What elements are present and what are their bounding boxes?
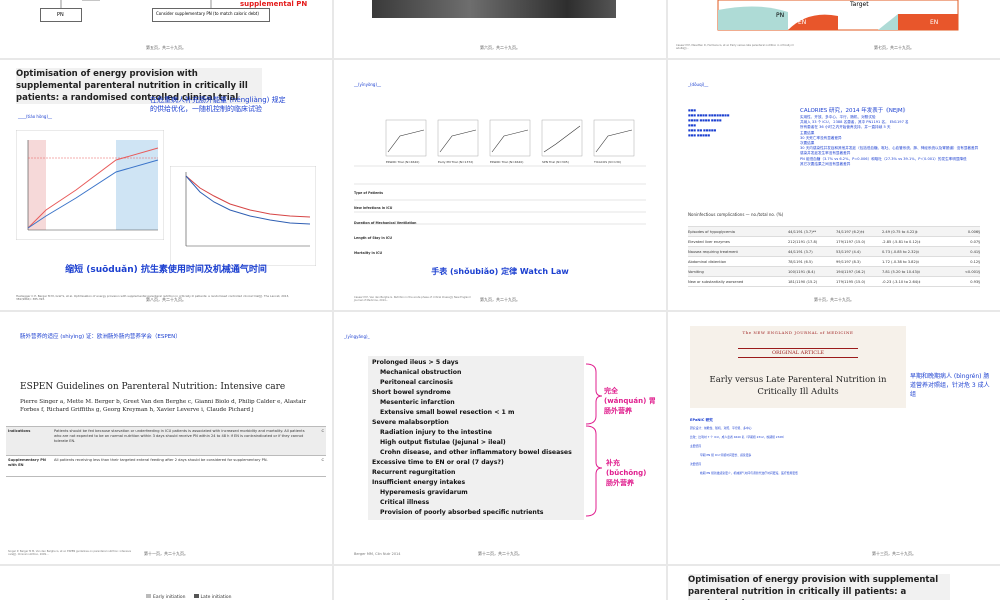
epanic-lines: 研究设计：前瞻性、随机、对照、平行组、多中心 比较：比利时 7 个 ICU，成人… [690, 424, 980, 478]
left-notes: ■■■ ■■■ ■■■■ ■■■■■■■■ ■■■■ ■■■■ ■■■■ ■■■ ■■■… [688, 108, 730, 137]
article-title: Early versus Late Parenteral Nutrition i… [709, 375, 887, 397]
slide-footer: 第八页，共二十九页。 [146, 297, 186, 302]
espen-authors: Pierre Singer a, Mette M. Berger b, Gree… [20, 399, 307, 413]
text-line: 次要结局 [690, 462, 702, 466]
legend-item: Late initiation [193, 594, 232, 600]
row-label: New infections in ICU [354, 206, 393, 210]
photo-image [372, 0, 616, 18]
slide-thumbnail-6[interactable]: 第六页，共二十九页。 [334, 0, 666, 58]
trial-name: TICACOS (N=130) [594, 160, 621, 164]
text-line: 研究设计：前瞻性、随机、对照、平行组、多中心 [690, 426, 752, 430]
slide-thumbnail-12[interactable]: _(yīngyǎng)_ Prolonged ileus > 5 days Me… [334, 312, 666, 564]
table-row: Vomiting 100/1191 (8.4) 194/1197 (16.2) 7.8… [688, 266, 980, 276]
table-row: Abdominal distention 78/1191 (6.5) 99/1197… [688, 256, 980, 266]
slide-footer: 第十页，共二十九页。 [814, 297, 854, 302]
trial-headers: EPaNIC Trial (N=4640) Early PN Trial (N=… [386, 160, 646, 164]
slide-footer: 第十三页，共二十九页。 [872, 551, 916, 556]
table-row: Elevated liver enzymes 212/1191 (17.8) 179… [688, 236, 980, 246]
recommendation-table: Indications Patients should be fed becau… [6, 426, 326, 477]
slide-thumbnail-14[interactable]: Early initiation Late initiation [0, 566, 332, 600]
row-label: Mortality in ICU [354, 251, 383, 255]
slide-footer: 第十二页，共二十九页。 [478, 551, 522, 556]
slide-thumbnail-15[interactable] [334, 566, 666, 600]
journal-name: The NEW ENGLAND JOURNAL of MEDICINE [742, 330, 854, 335]
trial-name: SPN Trial (N=305) [542, 160, 569, 164]
slide-caption: 缩短 (suōduǎn) 抗生素使用时间及机械通气时间 [65, 265, 267, 275]
calories-study-title: CALORIES 研究，2014 年发表于《NEJM》 [800, 108, 909, 114]
slide-footer: 第十一页，共二十九页。 [144, 551, 188, 556]
complications-table: Episodes of hypoglycemia 44/1191 (3.7)** 7… [688, 226, 980, 287]
calories-bullets: 实用性、开放、多中心、平行、随机、对照试验 共纳入 33 个 ICU， 2388… [800, 115, 984, 167]
complications-table-title: Noninfectious complications — no./total … [688, 212, 784, 217]
trial-name: EPaNIC Trial (N=4640) [490, 160, 524, 164]
energy-chart-figure [16, 130, 164, 240]
trial-row-labels: Type of Patients New infections in ICU D… [354, 186, 416, 261]
supplementary-pn-label: 补充 (bǔchōng) 肠外营养 [606, 459, 647, 487]
slide-footer: 第五页，共二十九页。 [146, 45, 186, 50]
row-label: Length of Stay in ICU [354, 236, 392, 240]
text-line: 早期 PN 组 ICU 停留时间更长、感染更多 [700, 453, 752, 457]
slide-caption: 手表 (shǒubiǎo) 定律 Watch Law [431, 267, 569, 276]
slide-thumbnail-10[interactable]: _(dōuqi)__ ■■■ ■■■ ■■■■ ■■■■■■■■ ■■■■ ■■■■… [668, 60, 1000, 310]
slide-thumbnail-11[interactable]: 肠外营养的适应 (shìyìng) 证：欧洲肠外肠内营养学会（ESPEN） ES… [0, 312, 332, 564]
espen-title: ESPEN Guidelines on Parenteral Nutrition… [20, 382, 286, 392]
text-line: 晚期 PN 组新发感染更少，机械通气时间与肾替代治疗时间更短，医疗费用更低 [700, 471, 798, 475]
slide-thumbnail-5[interactable]: PN Consider supplementary PN (to match c… [0, 0, 332, 58]
row-label: Type of Patients [354, 191, 383, 195]
table-row: Indications Patients should be fed becau… [6, 426, 326, 455]
pinyin-note: ____(tiáo hòng)__ [18, 114, 53, 119]
slide-thumbnail-7[interactable]: PN EN Target EN Casaer M P, Mesotten D, … [668, 0, 1000, 58]
chart-legend: Early initiation Late initiation [146, 594, 232, 600]
slide-header-note: _(dōuqi)__ [688, 82, 709, 87]
full-pn-label: 完全 (wánquán) 胃肠外营养 [604, 387, 656, 415]
slide-thumbnail-13[interactable]: The NEW ENGLAND JOURNAL of MEDICINE ORIG… [668, 312, 1000, 564]
slide-footer: 第九页，共二十九页。 [480, 297, 520, 302]
table-row: Nausea requiring treatment 44/1191 (3.7) 5… [688, 246, 980, 256]
chart-label-en: EN [798, 19, 807, 26]
legend-item: Early initiation [146, 594, 186, 600]
table-row: New or substantially worsened 181/1190 (1… [688, 276, 980, 287]
chinese-annotation: 早期和晚期病人 (bìngrén) 肠道营养对照组，针对危 3 成人组 [910, 373, 990, 398]
bullet-item: 其它次要结果之间没有显著差异 [800, 161, 851, 166]
text-line: 比较：比利时 7 个 ICU，成人患者 4640 名（早期组 2312，晚期组 … [690, 435, 786, 439]
slide-footer: 第六页，共二十九页。 [480, 45, 520, 50]
slide-thumbnail-8[interactable]: Optimisation of energy provision with su… [0, 60, 332, 310]
slide-header: 肠外营养的适应 (shìyìng) 证：欧洲肠外肠内营养学会（ESPEN） [20, 334, 181, 340]
slide-thumbnail-16[interactable]: Optimisation of energy provision with su… [668, 566, 1000, 600]
trial-name: Early PN Trial (N=1372) [438, 160, 474, 164]
epanic-subhead: EPaNIC 研究 [690, 418, 713, 422]
slide-citation: Casaer M P, Mesotten D, Hermans G, et al… [676, 44, 794, 50]
table-row: Episodes of hypoglycemia 44/1191 (3.7)** 7… [688, 226, 980, 236]
chart-label-pn: PN [776, 12, 785, 19]
chinese-annotation: 在危重病人补充肠外能量 (néngliàng) 规定的供给优化，一随机控制的临床… [150, 96, 286, 113]
chart-label-target: Target [850, 1, 869, 8]
slide-footer: 第七页，共二十九页。 [874, 45, 914, 50]
row-label: Duration of Mechanical Ventilation [354, 221, 417, 225]
table-row: Supplementary PN with EN All patients re… [6, 455, 326, 477]
survival-chart-figure [170, 166, 316, 266]
bracket-annotations [585, 363, 603, 517]
slide-header-note: __(yīnyòng)__ [354, 82, 382, 87]
trial-name: EPaNIC Trial (N=4640) [386, 160, 420, 164]
slide-thumbnail-9[interactable]: __(yīnyòng)__ Type of Patients New infec… [334, 60, 666, 310]
article-type: ORIGINAL ARTICLE [738, 348, 858, 358]
chart-label-en-right: EN [930, 19, 939, 26]
slide-title: Optimisation of energy provision with su… [688, 574, 950, 600]
text-line: 主要结局 [690, 444, 702, 448]
